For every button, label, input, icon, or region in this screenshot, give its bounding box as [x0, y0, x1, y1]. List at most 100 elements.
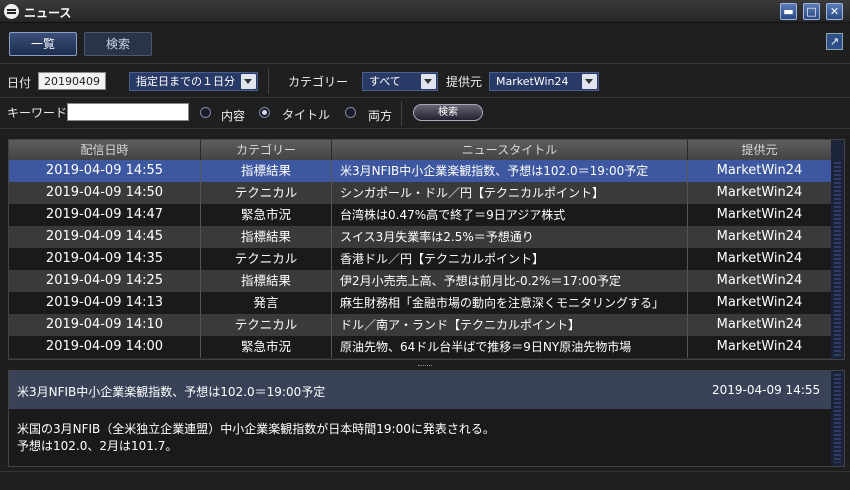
- detail-title: 米3月NFIB中小企業楽観指数、予想は102.0＝19:00予定: [17, 385, 326, 399]
- header-title[interactable]: ニュースタイトル: [332, 140, 688, 160]
- row-date: 2019-04-09 14:35: [9, 248, 201, 270]
- radio-title[interactable]: [259, 107, 270, 118]
- row-provider: MarketWin24: [716, 295, 803, 310]
- row-category: テクニカル: [201, 182, 332, 204]
- row-title: 米3月NFIB中小企業楽観指数、予想は102.0＝19:00予定: [332, 160, 688, 182]
- chevron-down-icon[interactable]: [241, 74, 256, 89]
- row-provider: MarketWin24: [716, 185, 803, 200]
- detail-header: 米3月NFIB中小企業楽観指数、予想は102.0＝19:00予定 2019-04…: [9, 371, 831, 409]
- row-category: 緊急市況: [201, 336, 332, 358]
- header-provider[interactable]: 提供元: [688, 140, 831, 160]
- table-row[interactable]: 2019-04-09 14:55 指標結果 米3月NFIB中小企業楽観指数、予想は1…: [9, 160, 831, 182]
- title-bar: ニュース ▬ □ ✕: [0, 0, 850, 23]
- filter-row-date: 日付 20190409 指定日までの１日分 カテゴリー すべて 提供元 Mark…: [0, 65, 850, 98]
- radio-title-label: タイトル: [282, 108, 331, 122]
- row-date: 2019-04-09 14:50: [9, 182, 201, 204]
- detail-body: 米国の3月NFIB（全米独立企業連盟）中小企業楽観指数が日本時間19:00に発表…: [17, 421, 495, 455]
- divider: [401, 101, 402, 126]
- detail-body-line: 予想は102.0、2月は101.7。: [17, 439, 178, 453]
- table-header: 配信日時 カテゴリー ニュースタイトル 提供元: [9, 140, 831, 160]
- row-date: 2019-04-09 14:10: [9, 314, 201, 336]
- news-detail: 米3月NFIB中小企業楽観指数、予想は102.0＝19:00予定 2019-04…: [8, 370, 845, 467]
- row-title: 台湾株は0.47%高で終了＝9日アジア株式: [332, 204, 688, 226]
- popout-icon[interactable]: ↗: [826, 33, 843, 50]
- row-date: 2019-04-09 14:45: [9, 226, 201, 248]
- tab-search[interactable]: 検索: [84, 32, 152, 56]
- row-date: 2019-04-09 14:00: [9, 336, 201, 358]
- detail-body-line: 米国の3月NFIB（全米独立企業連盟）中小企業楽観指数が日本時間19:00に発表…: [17, 422, 495, 436]
- keyword-input[interactable]: [67, 103, 189, 121]
- category-label: カテゴリー: [288, 75, 349, 89]
- row-category: テクニカル: [201, 248, 332, 270]
- radio-content[interactable]: [200, 107, 211, 118]
- tab-list[interactable]: 一覧: [9, 32, 77, 56]
- row-category: 発言: [201, 292, 332, 314]
- row-date: 2019-04-09 14:13: [9, 292, 201, 314]
- window-title: ニュース: [24, 6, 72, 20]
- row-provider: MarketWin24: [716, 207, 803, 222]
- radio-both-label: 両方: [368, 109, 393, 123]
- table-row[interactable]: 2019-04-09 14:13 発言 麻生財務相「金融市場の動向を注意深くモニタリ…: [9, 292, 831, 314]
- row-provider: MarketWin24: [716, 273, 803, 288]
- table-row[interactable]: 2019-04-09 14:10 テクニカル ドル／南ア・ランド【テクニカルポイント…: [9, 314, 831, 336]
- minimize-button[interactable]: ▬: [780, 3, 797, 20]
- date-range-select[interactable]: 指定日までの１日分: [129, 72, 258, 91]
- tab-bar: 一覧 検索 ↗: [0, 24, 850, 64]
- row-title: シンガポール・ドル／円【テクニカルポイント】: [332, 182, 688, 204]
- row-provider: MarketWin24: [716, 229, 803, 244]
- chevron-down-icon[interactable]: [421, 74, 436, 89]
- provider-value: MarketWin24: [496, 75, 569, 88]
- table-scrollbar[interactable]: [831, 140, 844, 359]
- scrollbar-thumb[interactable]: [834, 374, 841, 463]
- news-app-icon: [4, 4, 19, 19]
- row-provider: MarketWin24: [716, 317, 803, 332]
- scrollbar-thumb[interactable]: [834, 162, 841, 358]
- row-date: 2019-04-09 14:25: [9, 270, 201, 292]
- header-date[interactable]: 配信日時: [9, 140, 201, 160]
- row-title: 香港ドル／円【テクニカルポイント】: [332, 248, 688, 270]
- provider-label: 提供元: [446, 75, 483, 89]
- row-title: 伊2月小売売上高、予想は前月比-0.2%＝17:00予定: [332, 270, 688, 292]
- row-category: 指標結果: [201, 270, 332, 292]
- provider-select[interactable]: MarketWin24: [489, 72, 599, 91]
- row-date: 2019-04-09 14:47: [9, 204, 201, 226]
- close-button[interactable]: ✕: [826, 3, 843, 20]
- divider: [268, 69, 269, 94]
- radio-content-label: 内容: [221, 109, 246, 123]
- date-field[interactable]: 20190409: [38, 72, 106, 90]
- chevron-down-icon[interactable]: [582, 74, 597, 89]
- row-title: 麻生財務相「金融市場の動向を注意深くモニタリングする」: [332, 292, 688, 314]
- splitter-grip[interactable]: [418, 365, 432, 367]
- pane-splitter[interactable]: [0, 362, 850, 370]
- detail-scrollbar[interactable]: [831, 371, 844, 466]
- table-row[interactable]: 2019-04-09 14:50 テクニカル シンガポール・ドル／円【テクニカルポイ…: [9, 182, 831, 204]
- row-provider: MarketWin24: [716, 163, 803, 178]
- radio-both[interactable]: [345, 107, 356, 118]
- table-row[interactable]: 2019-04-09 14:35 テクニカル 香港ドル／円【テクニカルポイント】 Ma…: [9, 248, 831, 270]
- row-category: 指標結果: [201, 226, 332, 248]
- news-table: 配信日時 カテゴリー ニュースタイトル 提供元 2019-04-09 14:55…: [8, 139, 845, 360]
- category-select[interactable]: すべて: [362, 72, 438, 91]
- table-row[interactable]: 2019-04-09 14:45 指標結果 スイス3月失業率は2.5%＝予想通り Ma…: [9, 226, 831, 248]
- row-category: テクニカル: [201, 314, 332, 336]
- maximize-button[interactable]: □: [803, 3, 820, 20]
- detail-time: 2019-04-09 14:55: [712, 383, 821, 397]
- row-provider: MarketWin24: [716, 339, 803, 354]
- table-row[interactable]: 2019-04-09 14:47 緊急市況 台湾株は0.47%高で終了＝9日アジア株…: [9, 204, 831, 226]
- row-date: 2019-04-09 14:55: [9, 160, 201, 182]
- row-title: ドル／南ア・ランド【テクニカルポイント】: [332, 314, 688, 336]
- table-row[interactable]: 2019-04-09 14:25 指標結果 伊2月小売売上高、予想は前月比-0.2%…: [9, 270, 831, 292]
- date-range-value: 指定日までの１日分: [136, 75, 235, 88]
- row-category: 指標結果: [201, 160, 332, 182]
- row-title: 原油先物、64ドル台半ばで推移＝9日NY原油先物市場: [332, 336, 688, 358]
- date-label: 日付: [7, 76, 32, 90]
- header-category[interactable]: カテゴリー: [201, 140, 332, 160]
- category-value: すべて: [369, 75, 401, 88]
- row-category: 緊急市況: [201, 204, 332, 226]
- row-provider: MarketWin24: [716, 251, 803, 266]
- table-row[interactable]: 2019-04-09 14:00 緊急市況 原油先物、64ドル台半ばで推移＝9日NY…: [9, 336, 831, 358]
- keyword-label: キーワード: [7, 106, 68, 120]
- search-button[interactable]: 検索: [413, 104, 483, 121]
- status-bar: [0, 471, 850, 490]
- row-title: スイス3月失業率は2.5%＝予想通り: [332, 226, 688, 248]
